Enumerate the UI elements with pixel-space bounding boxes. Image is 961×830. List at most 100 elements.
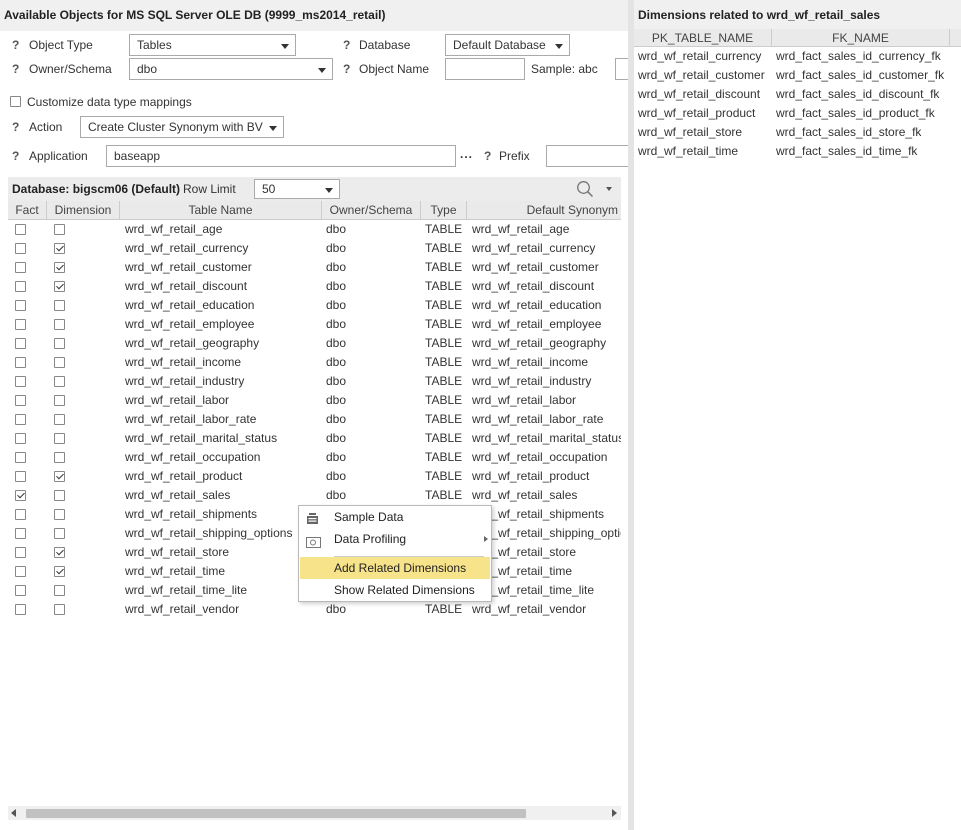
column-header-default-synonym[interactable]: Default Synonym	[467, 201, 621, 220]
application-help-icon[interactable]: ?	[12, 149, 19, 163]
dimension-checkbox[interactable]	[54, 414, 65, 425]
fact-checkbox[interactable]	[15, 566, 26, 577]
scroll-right-icon[interactable]	[612, 809, 617, 817]
database-help-icon[interactable]: ?	[343, 38, 350, 52]
column-header-table-name[interactable]: Table Name	[120, 201, 322, 220]
search-button[interactable]	[615, 58, 628, 80]
table-row[interactable]: wrd_wf_retail_employee dbo TABLE wrd_wf_ret…	[8, 315, 621, 334]
prefix-help-icon[interactable]: ?	[484, 149, 491, 163]
table-row[interactable]: wrd_wf_retail_sales dbo TABLE wrd_wf_retail…	[8, 486, 621, 505]
related-table-row[interactable]: wrd_wf_retail_customer wrd_fact_sales_id_…	[634, 66, 961, 85]
dimension-checkbox[interactable]	[54, 243, 65, 254]
application-input[interactable]: baseapp	[106, 145, 456, 167]
dimension-checkbox[interactable]	[54, 490, 65, 501]
table-row[interactable]: wrd_wf_retail_product dbo TABLE wrd_wf_reta…	[8, 467, 621, 486]
fact-checkbox[interactable]	[15, 604, 26, 615]
dimension-checkbox[interactable]	[54, 395, 65, 406]
dimension-checkbox[interactable]	[54, 585, 65, 596]
object-name-help-icon[interactable]: ?	[343, 62, 350, 76]
table-row[interactable]: wrd_wf_retail_labor_rate dbo TABLE wrd_wf_r…	[8, 410, 621, 429]
related-table-row[interactable]: wrd_wf_retail_currency wrd_fact_sales_id_…	[634, 47, 961, 66]
table-row[interactable]: wrd_wf_retail_income dbo TABLE wrd_wf_retai…	[8, 353, 621, 372]
object-type-select[interactable]: Tables	[129, 34, 296, 56]
fact-checkbox[interactable]	[15, 262, 26, 273]
dimension-checkbox[interactable]	[54, 509, 65, 520]
table-row[interactable]: wrd_wf_retail_education dbo TABLE wrd_wf_re…	[8, 296, 621, 315]
table-row[interactable]: wrd_wf_retail_currency dbo TABLE wrd_wf_ret…	[8, 239, 621, 258]
column-header-fact[interactable]: Fact	[8, 201, 47, 220]
dimension-checkbox[interactable]	[54, 224, 65, 235]
table-row[interactable]: wrd_wf_retail_marital_status dbo TABLE wrd_…	[8, 429, 621, 448]
column-header-owner-schema[interactable]: Owner/Schema	[322, 201, 421, 220]
menu-item-data-profiling[interactable]: Data Profiling	[299, 528, 491, 550]
object-type-help-icon[interactable]: ?	[12, 38, 19, 52]
fact-checkbox[interactable]	[15, 433, 26, 444]
prefix-input[interactable]	[546, 145, 628, 167]
fact-checkbox[interactable]	[15, 490, 26, 501]
fact-checkbox[interactable]	[15, 281, 26, 292]
scrollbar-thumb[interactable]	[26, 809, 526, 818]
fact-checkbox[interactable]	[15, 243, 26, 254]
table-row[interactable]: wrd_wf_retail_customer dbo TABLE wrd_wf_ret…	[8, 258, 621, 277]
fact-checkbox[interactable]	[15, 224, 26, 235]
horizontal-scrollbar[interactable]	[8, 806, 621, 820]
table-row[interactable]: wrd_wf_retail_labor dbo TABLE wrd_wf_retail…	[8, 391, 621, 410]
dimension-checkbox[interactable]	[54, 376, 65, 387]
fact-checkbox[interactable]	[15, 414, 26, 425]
dimension-checkbox[interactable]	[54, 433, 65, 444]
owner-help-icon[interactable]: ?	[12, 62, 19, 76]
dimension-checkbox[interactable]	[54, 566, 65, 577]
menu-item-sample-data[interactable]: Sample Data	[299, 506, 491, 528]
fact-checkbox[interactable]	[15, 585, 26, 596]
search-icon[interactable]	[576, 180, 594, 198]
dimension-checkbox[interactable]	[54, 604, 65, 615]
column-header-fk-name[interactable]: FK_NAME	[772, 29, 950, 47]
dimension-checkbox[interactable]	[54, 528, 65, 539]
related-table-row[interactable]: wrd_wf_retail_discount wrd_fact_sales_id_…	[634, 85, 961, 104]
dimension-checkbox[interactable]	[54, 338, 65, 349]
dimension-checkbox[interactable]	[54, 471, 65, 482]
menu-item-add-related-dimensions[interactable]: Add Related Dimensions	[300, 557, 490, 579]
dimension-checkbox[interactable]	[54, 357, 65, 368]
table-row[interactable]: wrd_wf_retail_age dbo TABLE wrd_wf_retail_a…	[8, 220, 621, 239]
column-header-type[interactable]: Type	[421, 201, 467, 220]
table-row[interactable]: wrd_wf_retail_vendor dbo TABLE wrd_wf_retai…	[8, 600, 621, 619]
action-help-icon[interactable]: ?	[12, 120, 19, 134]
related-table-row[interactable]: wrd_wf_retail_store wrd_fact_sales_id_sto…	[634, 123, 961, 142]
related-table-row[interactable]: wrd_wf_retail_product wrd_fact_sales_id_p…	[634, 104, 961, 123]
customize-mappings-checkbox[interactable]	[10, 96, 21, 107]
menu-item-show-related-dimensions[interactable]: Show Related Dimensions	[299, 579, 491, 601]
fact-checkbox[interactable]	[15, 319, 26, 330]
search-options-chevron-icon[interactable]	[606, 187, 612, 191]
database-select[interactable]: Default Database	[445, 34, 570, 56]
browse-application-button[interactable]: ...	[460, 147, 473, 161]
dimension-checkbox[interactable]	[54, 281, 65, 292]
owner-schema-select[interactable]: dbo	[129, 58, 333, 80]
fact-checkbox[interactable]	[15, 395, 26, 406]
row-limit-select[interactable]: 50	[254, 179, 340, 199]
dimension-checkbox[interactable]	[54, 547, 65, 558]
fact-checkbox[interactable]	[15, 471, 26, 482]
table-row[interactable]: wrd_wf_retail_industry dbo TABLE wrd_wf_ret…	[8, 372, 621, 391]
column-header-pk-table-name[interactable]: PK_TABLE_NAME	[634, 29, 772, 47]
fact-checkbox[interactable]	[15, 509, 26, 520]
object-name-input[interactable]	[445, 58, 525, 80]
dimension-checkbox[interactable]	[54, 300, 65, 311]
related-table-row[interactable]: wrd_wf_retail_time wrd_fact_sales_id_time…	[634, 142, 961, 161]
fact-checkbox[interactable]	[15, 357, 26, 368]
action-select[interactable]: Create Cluster Synonym with BV	[80, 116, 284, 138]
fact-checkbox[interactable]	[15, 528, 26, 539]
table-row[interactable]: wrd_wf_retail_discount dbo TABLE wrd_wf_ret…	[8, 277, 621, 296]
table-row[interactable]: wrd_wf_retail_geography dbo TABLE wrd_wf_re…	[8, 334, 621, 353]
column-header-dimension[interactable]: Dimension	[47, 201, 120, 220]
dimension-checkbox[interactable]	[54, 319, 65, 330]
fact-checkbox[interactable]	[15, 300, 26, 311]
dimension-checkbox[interactable]	[54, 262, 65, 273]
scroll-left-icon[interactable]	[11, 809, 16, 817]
fact-checkbox[interactable]	[15, 376, 26, 387]
table-row[interactable]: wrd_wf_retail_occupation dbo TABLE wrd_wf_r…	[8, 448, 621, 467]
fact-checkbox[interactable]	[15, 547, 26, 558]
fact-checkbox[interactable]	[15, 452, 26, 463]
fact-checkbox[interactable]	[15, 338, 26, 349]
dimension-checkbox[interactable]	[54, 452, 65, 463]
